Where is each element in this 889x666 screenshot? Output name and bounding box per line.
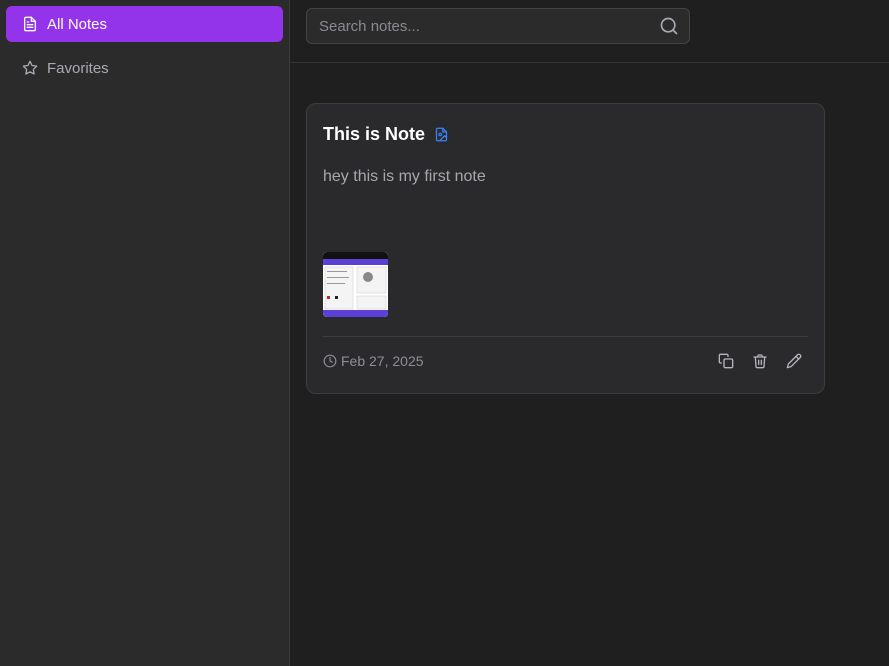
search-box bbox=[306, 8, 690, 44]
note-footer: Feb 27, 2025 bbox=[323, 336, 808, 384]
document-icon bbox=[24, 16, 36, 32]
note-card[interactable]: This is Note hey this is my first note F… bbox=[306, 103, 825, 394]
star-icon bbox=[22, 60, 38, 75]
search-icon[interactable] bbox=[659, 16, 679, 36]
trash-icon[interactable] bbox=[752, 353, 768, 369]
sidebar-item-all-notes[interactable]: All Notes bbox=[6, 6, 283, 42]
top-bar bbox=[290, 0, 889, 63]
note-date-text: Feb 27, 2025 bbox=[341, 352, 424, 369]
sidebar-item-label: All Notes bbox=[47, 15, 108, 33]
edit-pencil-icon[interactable] bbox=[786, 353, 802, 369]
search-input[interactable] bbox=[307, 9, 689, 43]
file-image-icon bbox=[435, 127, 448, 141]
clock-icon bbox=[323, 354, 337, 367]
note-body: hey this is my first note bbox=[323, 168, 486, 185]
copy-icon[interactable] bbox=[718, 353, 734, 369]
sidebar-item-favorites[interactable]: Favorites bbox=[6, 50, 283, 86]
note-date: Feb 27, 2025 bbox=[323, 353, 424, 369]
note-actions bbox=[718, 353, 802, 369]
note-title: This is Note bbox=[323, 123, 426, 144]
sidebar: All Notes Favorites bbox=[0, 0, 290, 666]
note-header: This is Note bbox=[323, 122, 808, 146]
note-image-thumbnail[interactable] bbox=[323, 252, 388, 317]
main-content: This is Note hey this is my first note bbox=[290, 0, 889, 666]
sidebar-item-label: Favorites bbox=[47, 59, 109, 77]
